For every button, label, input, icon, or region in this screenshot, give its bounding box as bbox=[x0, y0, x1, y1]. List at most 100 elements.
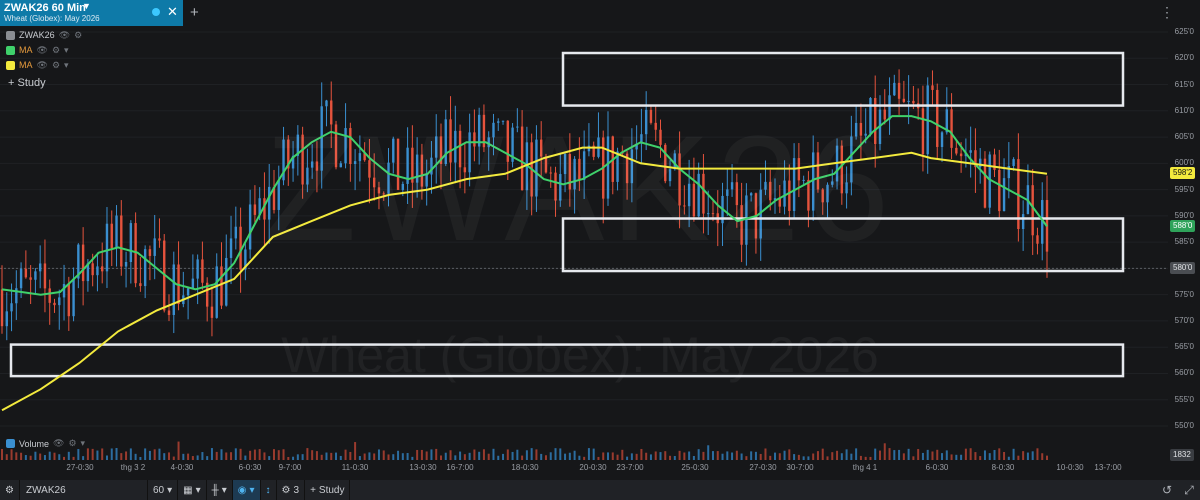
volume-bar bbox=[397, 450, 400, 460]
settings-button[interactable]: ⚙ bbox=[0, 480, 20, 500]
volume-bar bbox=[511, 451, 514, 460]
volume-bar bbox=[96, 450, 99, 460]
legend-label: ZWAK26 bbox=[19, 30, 55, 40]
gear-icon[interactable]: ⚙ bbox=[74, 30, 82, 41]
expand-button[interactable]: ⤢ bbox=[1180, 480, 1198, 500]
time-tick-label: 27-0:30 bbox=[749, 463, 777, 472]
legend-label: MA bbox=[19, 60, 33, 70]
candle-body bbox=[234, 226, 238, 239]
candle-body bbox=[334, 124, 338, 168]
volume-bar bbox=[859, 455, 862, 460]
chevron-down-icon[interactable]: ▾ bbox=[64, 45, 69, 56]
candle-body bbox=[248, 204, 252, 250]
gear-icon[interactable]: ⚙ bbox=[52, 45, 60, 56]
volume-bar bbox=[420, 449, 423, 460]
volume-bar bbox=[1003, 451, 1006, 460]
volume-bar bbox=[382, 450, 385, 460]
volume-bar bbox=[778, 453, 781, 460]
candle-body bbox=[1036, 235, 1039, 244]
candle-body bbox=[897, 82, 901, 99]
volume-bar bbox=[148, 450, 151, 460]
calendar-button[interactable]: ▦ ▾ bbox=[178, 480, 207, 500]
volume-bar bbox=[282, 449, 285, 460]
candle-body bbox=[435, 136, 438, 158]
volume-bar bbox=[172, 456, 175, 460]
candle-body bbox=[907, 100, 910, 102]
candle-body bbox=[320, 106, 323, 171]
volume-bar bbox=[802, 456, 805, 460]
legend-swatch bbox=[6, 30, 15, 40]
close-icon[interactable]: ✕ bbox=[167, 4, 178, 20]
chart-type-button[interactable]: ╫ ▾ bbox=[207, 480, 233, 500]
volume-bar bbox=[10, 449, 13, 460]
candle-body bbox=[745, 195, 748, 245]
volume-bar bbox=[893, 450, 896, 460]
time-axis[interactable]: 27-0:30 thg 3 2 4-0:30 6-0:30 9-7:00 11-0:30 1… bbox=[0, 461, 1168, 475]
gear-icon[interactable]: ⚙ bbox=[52, 60, 60, 71]
volume-bar bbox=[530, 448, 533, 460]
volume-bar bbox=[607, 452, 610, 460]
legend-row-price[interactable]: ZWAK26 👁 ⚙ bbox=[6, 28, 82, 42]
zone-box bbox=[561, 51, 1125, 107]
volume-bar bbox=[797, 454, 800, 460]
volume-bar bbox=[320, 454, 323, 460]
candle-body bbox=[888, 95, 891, 120]
candle-body bbox=[931, 85, 934, 90]
candle-body bbox=[110, 223, 113, 248]
candle-body bbox=[387, 162, 390, 194]
visibility-button[interactable]: ◉ ▾ bbox=[232, 480, 261, 500]
price-chart[interactable] bbox=[0, 26, 1168, 434]
volume-bar bbox=[683, 452, 686, 460]
symbol-input[interactable]: ZWAK26 bbox=[20, 480, 148, 500]
volume-bar bbox=[449, 450, 452, 460]
volume-bar bbox=[745, 456, 748, 460]
candle-body bbox=[826, 184, 829, 203]
volume-bar bbox=[411, 456, 414, 460]
chart-tab[interactable]: ZWAK26 60 Min ▼ Wheat (Globex): May 2026… bbox=[0, 0, 183, 26]
volume-bar bbox=[144, 448, 147, 460]
eye-icon[interactable]: 👁 bbox=[59, 30, 70, 41]
candle-body bbox=[344, 128, 347, 164]
undo-button[interactable]: ↺ bbox=[1158, 480, 1176, 500]
candle-body bbox=[201, 259, 204, 283]
volume-bar bbox=[544, 455, 547, 460]
volume-bar bbox=[177, 441, 180, 460]
chevron-down-icon[interactable]: ▾ bbox=[64, 60, 69, 71]
candle-body bbox=[544, 156, 548, 173]
add-study-toolbar-button[interactable]: + Study bbox=[305, 480, 351, 500]
candle-body bbox=[43, 263, 47, 289]
eye-icon[interactable]: 👁 bbox=[37, 45, 48, 56]
volume-bar bbox=[1022, 451, 1025, 460]
candle-body bbox=[124, 262, 128, 267]
candle-body bbox=[850, 136, 853, 183]
interval-selector[interactable]: 60 ▾ bbox=[148, 480, 179, 500]
candle-body bbox=[372, 177, 376, 188]
volume-bar bbox=[354, 442, 357, 460]
volume-bar bbox=[731, 452, 734, 460]
studies-count-button[interactable]: ⚙ 3 bbox=[277, 480, 306, 500]
candle-body bbox=[831, 181, 834, 185]
candle-body bbox=[540, 139, 543, 157]
volume-bar bbox=[416, 449, 419, 460]
volume-bar bbox=[621, 449, 624, 460]
eye-icon[interactable]: 👁 bbox=[37, 60, 48, 71]
add-tab-button[interactable]: + bbox=[190, 4, 199, 21]
candle-body bbox=[563, 154, 567, 175]
volume-bar bbox=[473, 449, 476, 460]
candle-body bbox=[501, 120, 505, 122]
legend-row-ma-fast[interactable]: MA 👁 ⚙ ▾ bbox=[6, 43, 69, 57]
time-tick-label: 25-0:30 bbox=[681, 463, 709, 472]
volume-bar bbox=[101, 448, 104, 460]
time-tick-label: 8-0:30 bbox=[991, 463, 1015, 472]
crosshair-button[interactable]: ↕ bbox=[261, 480, 277, 500]
candle-body bbox=[707, 213, 710, 215]
volume-bar bbox=[63, 456, 66, 460]
chevron-down-icon[interactable]: ▼ bbox=[82, 1, 91, 11]
legend-row-ma-slow[interactable]: MA 👁 ⚙ ▾ bbox=[6, 58, 69, 72]
time-tick-label: 10-0:30 bbox=[1056, 463, 1084, 472]
add-study-button[interactable]: + Study bbox=[8, 77, 46, 89]
candle-body bbox=[516, 126, 519, 128]
more-vertical-icon[interactable]: ⋮ bbox=[1160, 4, 1174, 21]
volume-bar bbox=[750, 451, 753, 460]
volume-bar bbox=[392, 454, 395, 460]
